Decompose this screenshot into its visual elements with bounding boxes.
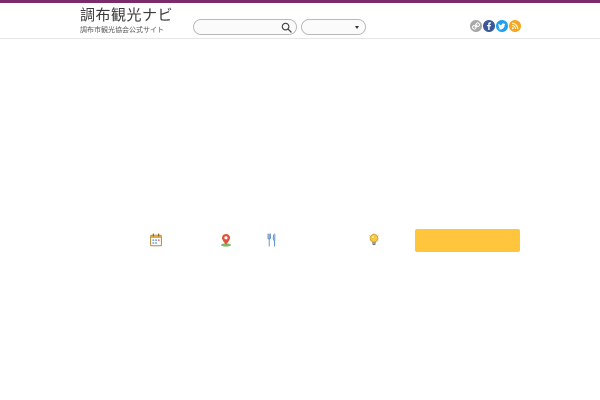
rss-icon[interactable] [509,20,521,32]
twitter-icon[interactable] [496,20,508,32]
nav-item-spots[interactable] [220,228,235,252]
facebook-icon[interactable] [483,20,495,32]
calendar-icon [150,233,162,247]
site-title: 調布観光ナビ [80,6,174,24]
fork-knife-icon [267,233,276,247]
header-notice [193,9,321,15]
nav-item-events[interactable] [150,228,185,252]
language-select[interactable] [301,19,366,35]
nav-cta-button[interactable] [415,229,520,252]
map-pin-icon [221,234,231,247]
main-nav [80,228,520,252]
nav-item-gourmet[interactable] [266,228,281,252]
link-icon[interactable] [470,20,482,32]
search-icon[interactable] [281,22,292,33]
social-links [470,20,521,32]
site-logo[interactable]: 調布観光ナビ 調布市観光協会公式サイト [80,7,175,39]
search-input[interactable] [200,22,280,32]
lightbulb-icon [368,233,380,245]
search-box [193,19,297,35]
site-subtitle: 調布市観光協会公式サイト [80,26,164,34]
site-header: 調布観光ナビ 調布市観光協会公式サイト [0,3,600,39]
nav-item-ideas[interactable] [368,228,383,252]
chevron-down-icon [355,26,359,29]
